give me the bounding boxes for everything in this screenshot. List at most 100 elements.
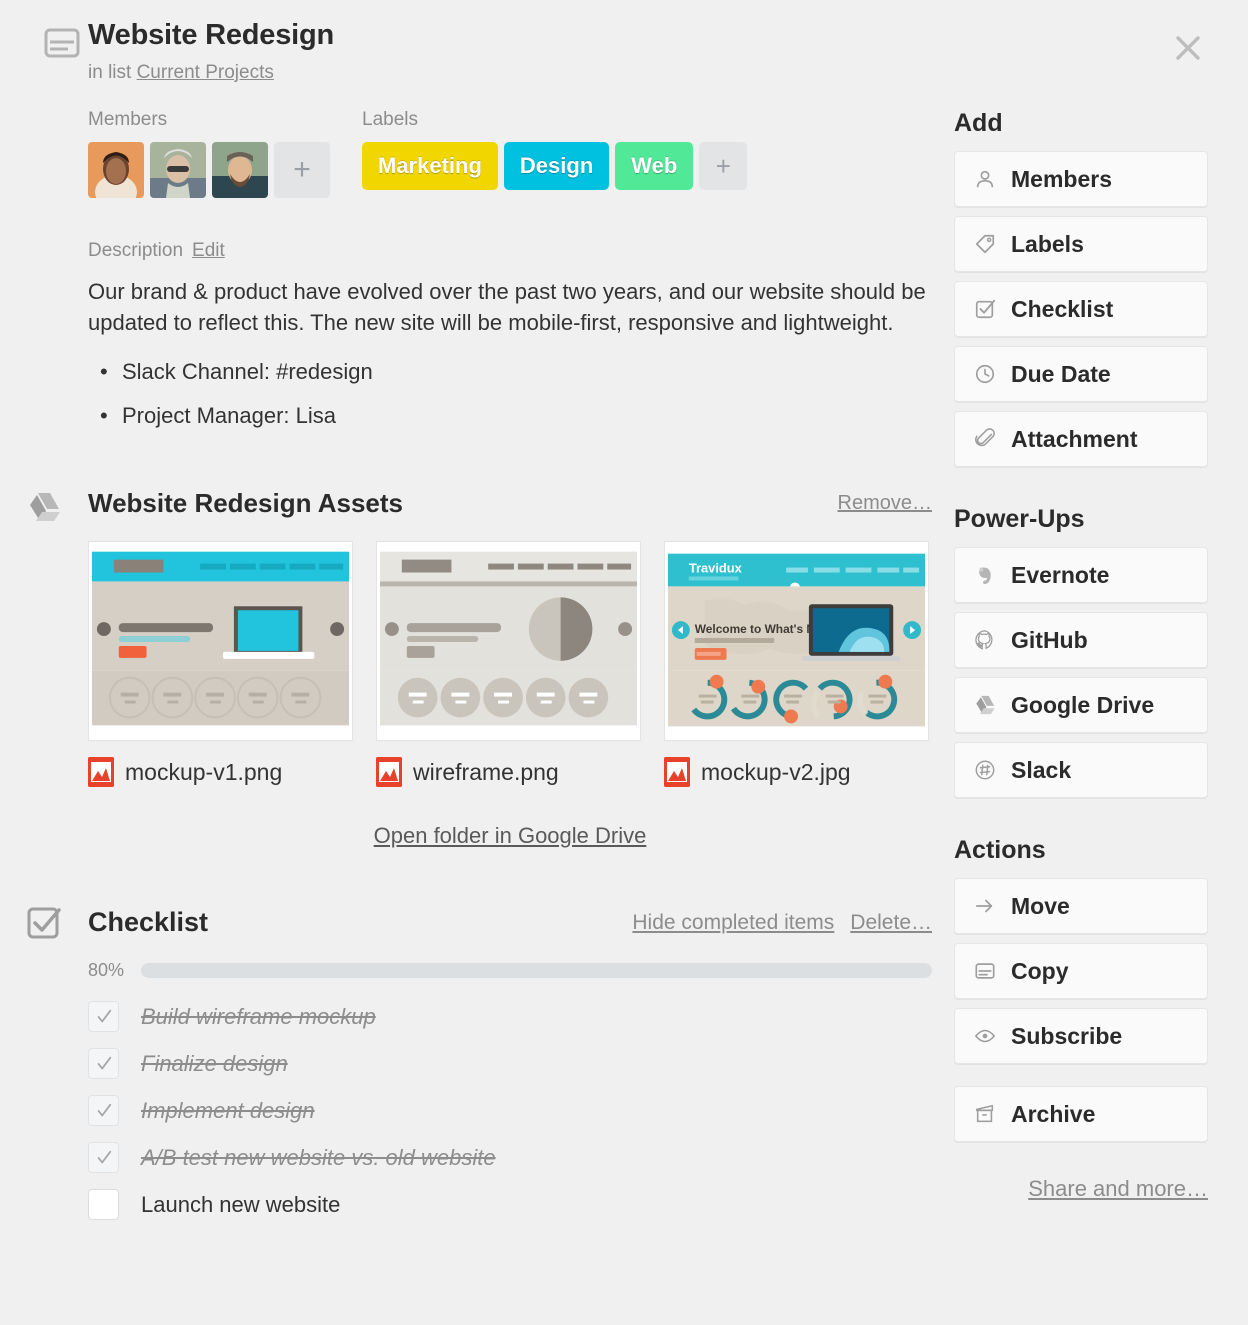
attachment-thumbnail-wireframe[interactable] bbox=[376, 541, 641, 741]
sidebar-item-label: Labels bbox=[1011, 230, 1084, 257]
members-labels-row: Members + Labels Marketing Design Web + bbox=[88, 109, 932, 198]
checklist-item[interactable]: Implement design bbox=[88, 1087, 932, 1134]
sidebar-heading-powerups: Power-Ups bbox=[954, 505, 1085, 533]
sidebar-item-labels[interactable]: Labels bbox=[954, 216, 1208, 272]
checklist-section: Checklist Hide completed items Delete… 8… bbox=[27, 907, 932, 1228]
attachment-item-2: wireframe.png bbox=[376, 541, 641, 787]
filename-text: mockup-v2.jpg bbox=[701, 758, 851, 785]
sidebar-item-label: Slack bbox=[1011, 756, 1072, 783]
labels-label: Labels bbox=[362, 109, 418, 130]
delete-checklist-link[interactable]: Delete… bbox=[850, 911, 932, 935]
card-main-column: Members + Labels Marketing Design Web + … bbox=[24, 109, 932, 1228]
sidebar-heading-add: Add bbox=[954, 109, 1003, 137]
sidebar-item-members[interactable]: Members bbox=[954, 151, 1208, 207]
sidebar-item-label: Copy bbox=[1011, 957, 1069, 984]
sidebar-item-subscribe[interactable]: Subscribe bbox=[954, 1008, 1208, 1064]
sidebar-item-attachment[interactable]: Attachment bbox=[954, 411, 1208, 467]
attachment-thumbnail-mockup-v1[interactable] bbox=[88, 541, 353, 741]
description-label: Description bbox=[88, 240, 184, 261]
sidebar-item-label: Google Drive bbox=[1011, 691, 1155, 718]
clock-icon bbox=[973, 362, 997, 386]
checklist-item[interactable]: Build wireframe mockup bbox=[88, 993, 932, 1040]
attachment-remove-link[interactable]: Remove… bbox=[838, 492, 932, 515]
attachment-item-1: mockup-v1.png bbox=[88, 541, 353, 787]
checklist-item-label: Launch new website bbox=[141, 1191, 341, 1217]
label-chip-marketing[interactable]: Marketing bbox=[362, 142, 498, 190]
checklist-item[interactable]: A/B test new website vs. old website bbox=[88, 1134, 932, 1181]
sidebar-item-label: Archive bbox=[1011, 1100, 1096, 1127]
checkbox-checked[interactable] bbox=[88, 1048, 119, 1079]
checklist-item-label: Finalize design bbox=[141, 1050, 288, 1076]
members-section: Members + bbox=[88, 109, 362, 198]
checkbox-checked[interactable] bbox=[88, 1095, 119, 1126]
card-sidebar: Add Members Labels Checklist Due Date At… bbox=[932, 109, 1208, 1228]
sidebar-item-label: Evernote bbox=[1011, 561, 1110, 588]
list-item: Slack Channel: #redesign bbox=[88, 350, 932, 394]
label-chip-web[interactable]: Web bbox=[615, 142, 694, 190]
image-file-icon bbox=[376, 757, 402, 787]
tag-icon bbox=[973, 232, 997, 256]
checklist-item-label: Implement design bbox=[141, 1097, 315, 1123]
label-chip-design[interactable]: Design bbox=[503, 142, 610, 190]
checklist-item[interactable]: Launch new website bbox=[88, 1181, 932, 1228]
github-icon bbox=[973, 628, 997, 652]
attachment-filename-3[interactable]: mockup-v2.jpg bbox=[664, 757, 929, 787]
close-icon[interactable] bbox=[1170, 30, 1206, 66]
list-name-link[interactable]: Current Projects bbox=[137, 62, 274, 83]
member-avatar-1[interactable] bbox=[88, 142, 144, 198]
svg-text:Travidux: Travidux bbox=[689, 561, 743, 576]
card-icon bbox=[973, 959, 997, 983]
member-avatar-2[interactable] bbox=[150, 142, 206, 198]
checklist-actions: Hide completed items Delete… bbox=[632, 911, 932, 935]
checklist-item-label: Build wireframe mockup bbox=[141, 1003, 376, 1029]
person-icon bbox=[973, 167, 997, 191]
description-edit-link[interactable]: Edit bbox=[192, 240, 225, 261]
checklist-progress: 80% bbox=[88, 960, 932, 981]
sidebar-item-checklist[interactable]: Checklist bbox=[954, 281, 1208, 337]
sidebar-heading-actions: Actions bbox=[954, 836, 1046, 864]
open-folder-link[interactable]: Open folder in Google Drive bbox=[88, 823, 932, 849]
checkbox-checked[interactable] bbox=[88, 1001, 119, 1032]
eye-icon bbox=[973, 1024, 997, 1048]
member-avatar-3[interactable] bbox=[212, 142, 268, 198]
google-drive-icon bbox=[26, 490, 62, 522]
attachment-item-3: Travidux Welcome to What's Next mockup-v… bbox=[664, 541, 929, 787]
description-text: Our brand & product have evolved over th… bbox=[88, 279, 926, 335]
sidebar-item-evernote[interactable]: Evernote bbox=[954, 547, 1208, 603]
sidebar-item-label: Checklist bbox=[1011, 295, 1114, 322]
sidebar-item-move[interactable]: Move bbox=[954, 878, 1208, 934]
checklist-title: Checklist bbox=[88, 907, 209, 937]
sidebar-divider bbox=[954, 1073, 1208, 1086]
card-icon bbox=[44, 27, 80, 59]
arrow-right-icon bbox=[973, 894, 997, 918]
image-file-icon bbox=[88, 757, 114, 787]
checklist-header: Checklist Hide completed items Delete… bbox=[88, 907, 932, 938]
attachment-thumbnail-mockup-v2[interactable]: Travidux Welcome to What's Next bbox=[664, 541, 929, 741]
evernote-icon bbox=[973, 563, 997, 587]
attachment-filename-1[interactable]: mockup-v1.png bbox=[88, 757, 353, 787]
slack-icon bbox=[973, 758, 997, 782]
sidebar-item-github[interactable]: GitHub bbox=[954, 612, 1208, 668]
sidebar-item-google-drive[interactable]: Google Drive bbox=[954, 677, 1208, 733]
share-and-more-link[interactable]: Share and more… bbox=[954, 1176, 1208, 1202]
add-label-button[interactable]: + bbox=[699, 142, 748, 190]
sidebar-item-slack[interactable]: Slack bbox=[954, 742, 1208, 798]
description-bullets: Slack Channel: #redesign Project Manager… bbox=[88, 350, 932, 438]
image-file-icon bbox=[664, 757, 690, 787]
sidebar-item-label: Due Date bbox=[1011, 360, 1111, 387]
attachment-header: Website Redesign Assets Remove… bbox=[88, 488, 932, 519]
checklist-item[interactable]: Finalize design bbox=[88, 1040, 932, 1087]
hide-completed-items-link[interactable]: Hide completed items bbox=[632, 911, 834, 935]
sidebar-item-due-date[interactable]: Due Date bbox=[954, 346, 1208, 402]
attachment-title: Website Redesign Assets bbox=[88, 488, 403, 518]
sidebar-item-copy[interactable]: Copy bbox=[954, 943, 1208, 999]
page-title: Website Redesign bbox=[88, 19, 335, 51]
checkbox-unchecked[interactable] bbox=[88, 1189, 119, 1220]
checkbox-checked[interactable] bbox=[88, 1142, 119, 1173]
add-member-button[interactable]: + bbox=[274, 142, 330, 198]
list-item: Project Manager: Lisa bbox=[88, 394, 932, 438]
sidebar-item-label: Members bbox=[1011, 165, 1112, 192]
attachment-section: Website Redesign Assets Remove… mockup-v… bbox=[30, 488, 932, 849]
sidebar-item-archive[interactable]: Archive bbox=[954, 1086, 1208, 1142]
attachment-filename-2[interactable]: wireframe.png bbox=[376, 757, 641, 787]
